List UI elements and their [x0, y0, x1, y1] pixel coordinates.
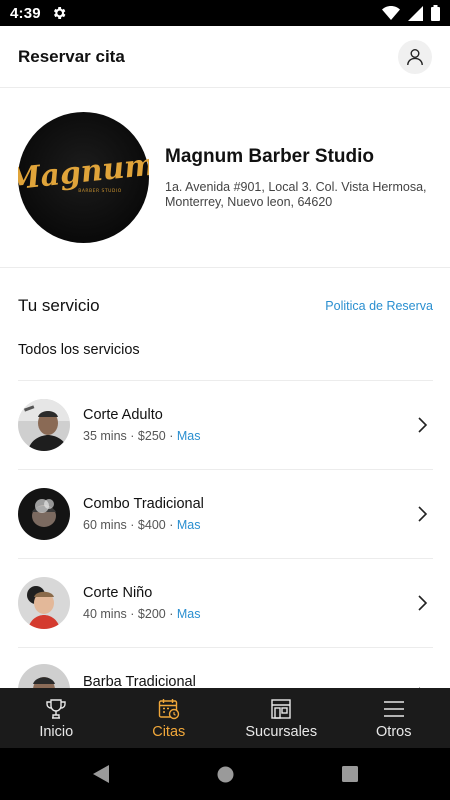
- meta-separator: ·: [130, 429, 135, 443]
- wifi-icon: [382, 6, 400, 20]
- calendar-clock-icon: [158, 698, 179, 719]
- service-avatar: [18, 577, 70, 629]
- booking-policy-link[interactable]: Politica de Reserva: [325, 299, 433, 313]
- profile-button[interactable]: [398, 39, 432, 74]
- chevron-right-icon: [418, 595, 428, 611]
- chevron-right-icon: [418, 506, 428, 522]
- service-price: $400: [137, 518, 166, 532]
- bottom-nav: Inicio Citas Sucursales Otros: [0, 688, 450, 748]
- service-item[interactable]: Corte Niño 40 mins · $200 · Mas: [18, 558, 433, 647]
- service-section-header: Tu servicio Politica de Reserva: [18, 288, 433, 324]
- meta-separator: ·: [169, 429, 174, 443]
- recents-icon[interactable]: [341, 766, 358, 782]
- signal-icon: [408, 5, 423, 21]
- logo-image: Magnum BARBER STUDIO: [18, 147, 149, 197]
- status-time: 4:39: [10, 4, 41, 22]
- service-more-link[interactable]: Mas: [177, 429, 201, 443]
- back-icon[interactable]: [92, 765, 109, 783]
- system-nav-bar: [0, 748, 450, 800]
- business-info: Magnum BARBER STUDIO Magnum Barber Studi…: [0, 88, 450, 268]
- app-header: Reservar cita: [0, 26, 450, 88]
- service-list: Corte Adulto 35 mins · $250 · Mas Combo …: [18, 380, 433, 736]
- all-services-label[interactable]: Todos los servicios: [18, 342, 140, 358]
- nav-label: Sucursales: [245, 723, 318, 740]
- service-more-link[interactable]: Mas: [177, 607, 201, 621]
- service-avatar: [18, 488, 70, 540]
- business-name: Magnum Barber Studio: [165, 145, 375, 167]
- service-avatar: [18, 399, 70, 451]
- nav-label: Citas: [152, 723, 186, 740]
- status-bar: 4:39: [0, 0, 450, 26]
- meta-separator: ·: [130, 518, 135, 532]
- battery-icon: [431, 5, 440, 21]
- logo-subtext: BARBER STUDIO: [78, 188, 122, 194]
- settings-icon: [53, 7, 66, 19]
- service-name: Combo Tradicional: [83, 496, 204, 512]
- store-icon: [271, 698, 291, 719]
- service-duration: 60 mins: [83, 518, 127, 532]
- home-icon[interactable]: [217, 766, 234, 783]
- service-item[interactable]: Corte Adulto 35 mins · $250 · Mas: [18, 380, 433, 469]
- trophy-icon: [46, 698, 66, 719]
- service-section-title: Tu servicio: [18, 296, 100, 315]
- service-duration: 35 mins: [83, 429, 127, 443]
- business-logo: Magnum BARBER STUDIO: [18, 112, 149, 243]
- chevron-right-icon: [418, 417, 428, 433]
- meta-separator: ·: [169, 518, 174, 532]
- nav-item-inicio[interactable]: Inicio: [0, 688, 113, 748]
- meta-separator: ·: [130, 607, 135, 621]
- nav-item-sucursales[interactable]: Sucursales: [225, 688, 338, 748]
- nav-label: Otros: [376, 723, 412, 740]
- service-more-link[interactable]: Mas: [177, 518, 201, 532]
- service-name: Corte Adulto: [83, 407, 163, 423]
- menu-icon: [383, 700, 404, 717]
- person-icon: [407, 48, 423, 65]
- nav-item-citas[interactable]: Citas: [113, 688, 226, 748]
- service-item[interactable]: Combo Tradicional 60 mins · $400 · Mas: [18, 469, 433, 558]
- nav-label: Inicio: [39, 723, 74, 740]
- service-meta: 35 mins · $250 · Mas: [83, 429, 415, 443]
- service-duration: 40 mins: [83, 607, 127, 621]
- service-price: $250: [137, 429, 166, 443]
- service-meta: 60 mins · $400 · Mas: [83, 518, 415, 532]
- business-address: 1a. Avenida #901, Local 3. Col. Vista He…: [165, 179, 427, 209]
- service-name: Corte Niño: [83, 585, 153, 601]
- service-price: $200: [137, 607, 166, 621]
- nav-item-otros[interactable]: Otros: [338, 688, 450, 748]
- service-meta: 40 mins · $200 · Mas: [83, 607, 415, 621]
- meta-separator: ·: [169, 607, 174, 621]
- page-title: Reservar cita: [18, 46, 125, 66]
